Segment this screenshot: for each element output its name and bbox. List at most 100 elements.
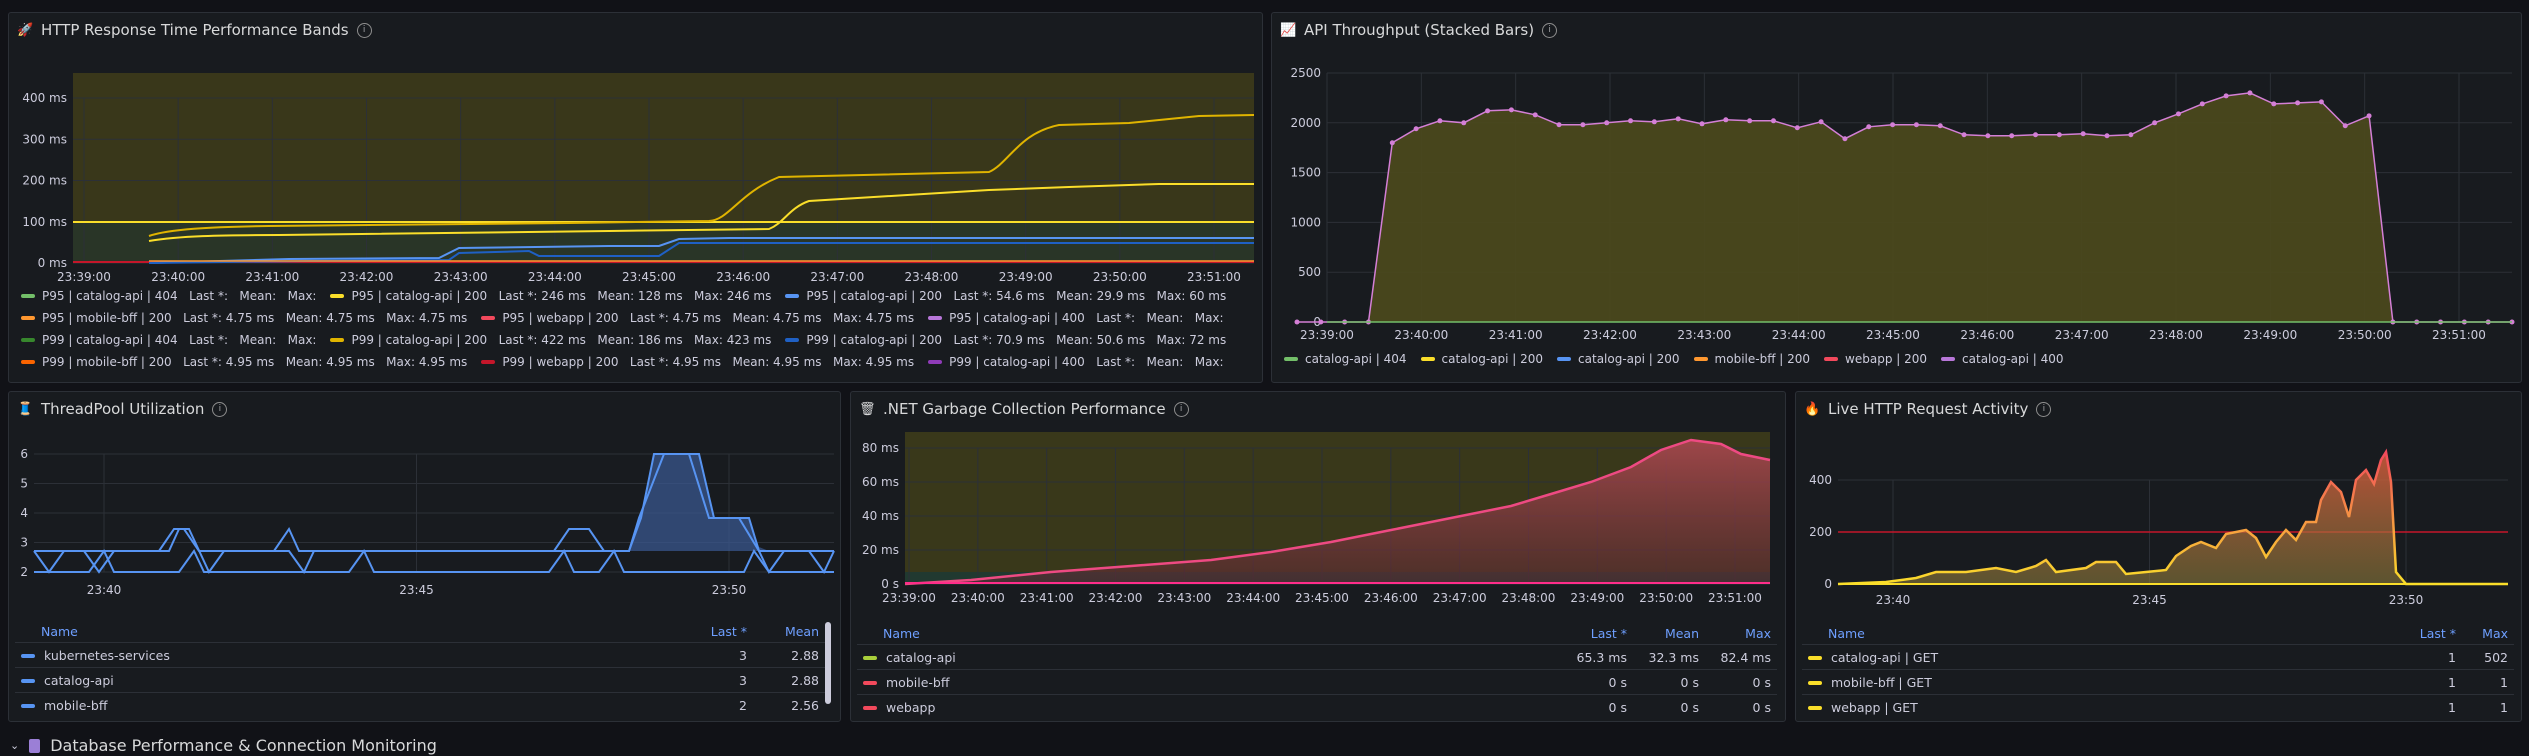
col-mean[interactable]: Mean: [1633, 622, 1705, 645]
legend-item[interactable]: P95 | catalog-api | 400 Last *: Mean: Ma…: [928, 311, 1224, 325]
legend-item[interactable]: P95 | catalog-api | 200 Last *: 246 ms M…: [330, 289, 771, 303]
legend-item[interactable]: P99 | catalog-api | 404 Last *: Mean: Ma…: [21, 333, 316, 347]
legend-item[interactable]: P95 | catalog-api | 404 Last *: Mean: Ma…: [21, 289, 316, 303]
legend-label: catalog-api | 404: [1305, 352, 1407, 366]
col-last[interactable]: Last *: [2390, 622, 2462, 645]
gc-x-tick: 23:46:00: [1364, 591, 1418, 605]
threadpool-legend-table: Name Last * Mean kubernetes-services 3 2…: [15, 620, 825, 717]
gc-x-tick: 23:40:00: [951, 591, 1005, 605]
row-name: webapp | GET: [1831, 699, 1918, 715]
table-row[interactable]: catalog-api | GET 1 502: [1802, 644, 2514, 670]
info-icon[interactable]: i: [212, 401, 228, 417]
live-http-chart[interactable]: 400 200 0 23:40 23:45 23:50: [1796, 422, 2522, 622]
legend-item[interactable]: catalog-api | 200: [1557, 352, 1680, 366]
api-x-tick: 23:42:00: [1583, 328, 1637, 342]
gc-y-tick: 60 ms: [862, 475, 899, 489]
panel-title: HTTP Response Time Performance Bands: [41, 21, 349, 39]
api-data-point: [2033, 132, 2039, 138]
fire-icon: 🔥: [1804, 401, 1821, 417]
legend-item[interactable]: P99 | webapp | 200 Last *: 4.95 ms Mean:…: [481, 355, 914, 369]
legend-label: P99 | catalog-api | 200 Last *: 70.9 ms …: [806, 333, 1227, 347]
api-x-tick: 23:47:00: [2055, 328, 2109, 342]
gc-legend-table: Name Last * Mean Max catalog-api 65.3 ms…: [857, 622, 1777, 719]
table-row[interactable]: webapp | GET 1 1: [1802, 694, 2514, 719]
panel-title-bar[interactable]: 🗑 .NET Garbage Collection Performance i: [859, 398, 1189, 420]
legend-item[interactable]: catalog-api | 400: [1941, 352, 2064, 366]
legend-item[interactable]: catalog-api | 200: [1420, 352, 1544, 366]
legend-label: catalog-api | 200: [1578, 352, 1680, 366]
col-name[interactable]: Name: [15, 620, 681, 643]
row-mean: 2.56: [753, 692, 825, 717]
api-data-point: [2342, 123, 2348, 129]
table-row[interactable]: catalog-api 3 2.88: [15, 667, 825, 693]
col-max[interactable]: Max: [2462, 622, 2514, 645]
api-data-point: [1389, 140, 1395, 146]
threadpool-x-tick: 23:40: [87, 583, 122, 597]
panel-title: API Throughput (Stacked Bars): [1304, 21, 1535, 39]
legend-swatch: [330, 338, 345, 342]
col-mean[interactable]: Mean: [753, 620, 825, 643]
api-data-point: [1461, 120, 1467, 126]
legend-label: P95 | catalog-api | 400 Last *: Mean: Ma…: [949, 311, 1224, 325]
col-name[interactable]: Name: [857, 622, 1551, 645]
legend-item[interactable]: catalog-api | 404: [1284, 352, 1407, 366]
table-row[interactable]: mobile-bff 0 s 0 s 0 s: [857, 669, 1777, 695]
col-name[interactable]: Name: [1802, 622, 2390, 645]
live-http-x-tick: 23:50: [2389, 593, 2424, 607]
http-response-chart[interactable]: 400 ms 300 ms 200 ms 100 ms 0 ms 23:39:00 23:…: [9, 43, 1263, 303]
live-http-y-tick: 200: [1809, 525, 1832, 539]
table-row[interactable]: kubernetes-services 3 2.88: [15, 642, 825, 668]
legend-item[interactable]: P99 | catalog-api | 200 Last *: 422 ms M…: [330, 333, 771, 347]
legend-row-1: P95 | catalog-api | 404 Last *: Mean: Ma…: [21, 289, 1240, 303]
row-max: 502: [2462, 644, 2514, 670]
series-line-mobile-bff: [34, 549, 834, 573]
legend-item[interactable]: P99 | catalog-api | 200 Last *: 70.9 ms …: [785, 333, 1226, 347]
http-x-tick: 23:44:00: [528, 270, 582, 284]
gc-y-tick: 40 ms: [862, 509, 899, 523]
panel-title-bar[interactable]: 🔥 Live HTTP Request Activity i: [1804, 398, 2052, 420]
legend-swatch: [928, 316, 943, 320]
table-row[interactable]: mobile-bff | GET 1 1: [1802, 669, 2514, 695]
section-row-database[interactable]: ⌄ Database Performance & Connection Moni…: [10, 736, 437, 755]
legend-item[interactable]: P99 | mobile-bff | 200 Last *: 4.95 ms M…: [21, 355, 467, 369]
threadpool-x-tick: 23:50: [712, 583, 747, 597]
panel-title-bar[interactable]: 📈 API Throughput (Stacked Bars) i: [1280, 19, 1558, 41]
legend-item[interactable]: webapp | 200: [1824, 352, 1927, 366]
api-data-point: [1675, 116, 1681, 122]
col-last[interactable]: Last *: [1551, 622, 1633, 645]
legend-item[interactable]: P95 | webapp | 200 Last *: 4.75 ms Mean:…: [481, 311, 914, 325]
threadpool-chart[interactable]: 6 5 4 3 2 23:40 23:45 23:50: [9, 422, 841, 612]
info-icon[interactable]: i: [1542, 22, 1558, 38]
legend-item[interactable]: P95 | mobile-bff | 200 Last *: 4.75 ms M…: [21, 311, 467, 325]
legend-label: catalog-api | 400: [1962, 352, 2064, 366]
info-icon[interactable]: i: [356, 22, 372, 38]
row-name: catalog-api: [886, 649, 956, 665]
row-last: 0 s: [1551, 694, 1633, 719]
row-max: 0 s: [1705, 694, 1777, 719]
panel-title-bar[interactable]: 🚀 HTTP Response Time Performance Bands i: [17, 19, 372, 41]
trash-icon: 🗑: [859, 401, 876, 417]
legend-label: catalog-api | 200: [1441, 352, 1544, 366]
chevron-down-icon[interactable]: ⌄: [10, 739, 19, 752]
legend-scrollbar[interactable]: [825, 622, 831, 704]
col-max[interactable]: Max: [1705, 622, 1777, 645]
gc-chart[interactable]: 80 ms 60 ms 40 ms 20 ms 0 s 23:39:00 23:40:00…: [851, 422, 1786, 622]
legend-swatch: [330, 294, 345, 298]
table-row[interactable]: webapp 0 s 0 s 0 s: [857, 694, 1777, 719]
panel-title-bar[interactable]: 🧵 ThreadPool Utilization i: [17, 398, 228, 420]
legend-item[interactable]: P99 | catalog-api | 400 Last *: Mean: Ma…: [928, 355, 1224, 369]
col-last[interactable]: Last *: [681, 620, 753, 643]
panel-title: ThreadPool Utilization: [41, 400, 205, 418]
table-row[interactable]: catalog-api 65.3 ms 32.3 ms 82.4 ms: [857, 644, 1777, 670]
gc-x-tick: 23:50:00: [1639, 591, 1693, 605]
legend-swatch: [785, 294, 800, 298]
legend-item[interactable]: P95 | catalog-api | 200 Last *: 54.6 ms …: [785, 289, 1226, 303]
info-icon[interactable]: i: [1173, 401, 1189, 417]
api-throughput-chart[interactable]: 25002000150010005000 23:39:00 23:40:00 23:…: [1272, 43, 2522, 363]
api-x-tick: 23:50:00: [2338, 328, 2392, 342]
live-http-x-tick: 23:45: [2132, 593, 2167, 607]
table-row[interactable]: mobile-bff 2 2.56: [15, 692, 825, 717]
http-x-tick: 23:48:00: [905, 270, 959, 284]
info-icon[interactable]: i: [2036, 401, 2052, 417]
legend-item[interactable]: mobile-bff | 200: [1693, 352, 1810, 366]
